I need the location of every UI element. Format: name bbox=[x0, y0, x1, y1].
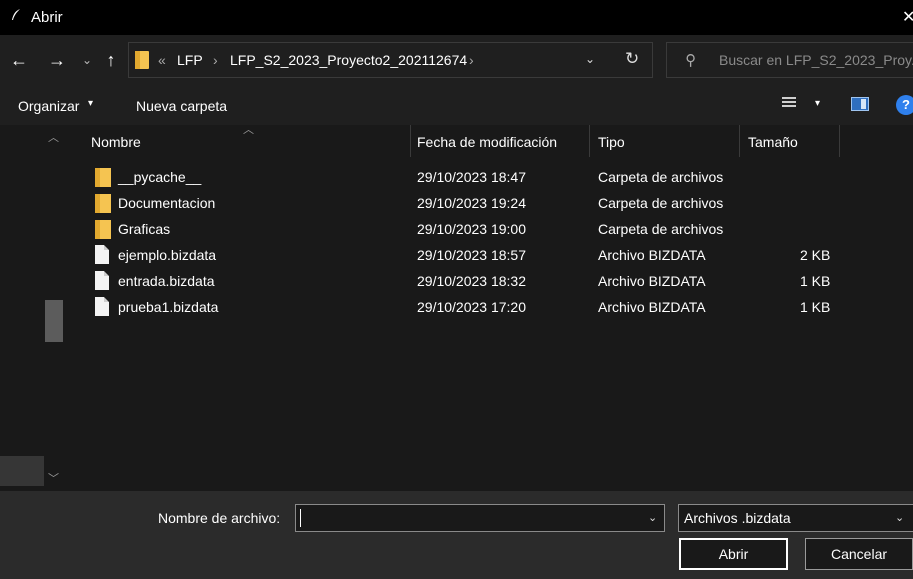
column-header-size[interactable]: Tamaño bbox=[748, 125, 798, 157]
file-modified: 29/10/2023 18:47 bbox=[417, 169, 526, 185]
chevron-down-icon[interactable]: ⌄ bbox=[648, 511, 657, 524]
column-divider[interactable] bbox=[410, 125, 411, 157]
filename-label: Nombre de archivo: bbox=[158, 510, 281, 526]
file-name: prueba1.bizdata bbox=[118, 299, 219, 315]
file-list[interactable]: ︿ Nombre Fecha de modificación Tipo Tama… bbox=[70, 124, 913, 491]
chevron-down-icon[interactable]: ⌄ bbox=[585, 52, 595, 66]
file-modified: 29/10/2023 18:57 bbox=[417, 247, 526, 263]
file-type: Carpeta de archivos bbox=[598, 169, 724, 185]
list-item[interactable]: ejemplo.bizdata 29/10/2023 18:57 Archivo… bbox=[70, 243, 913, 269]
file-name: __pycache__ bbox=[118, 169, 202, 185]
list-item[interactable]: entrada.bizdata 29/10/2023 18:32 Archivo… bbox=[70, 269, 913, 295]
file-modified: 29/10/2023 17:20 bbox=[417, 299, 526, 315]
column-header-name[interactable]: Nombre bbox=[91, 125, 141, 157]
filename-input[interactable]: ⌄ bbox=[295, 504, 665, 532]
cancel-button[interactable]: Cancelar bbox=[805, 538, 913, 570]
column-divider[interactable] bbox=[839, 125, 840, 157]
filetype-select[interactable]: Archivos .bizdata ⌄ bbox=[678, 504, 913, 532]
navigation-pane[interactable]: ︿ ﹀ bbox=[0, 125, 70, 491]
file-modified: 29/10/2023 19:00 bbox=[417, 221, 526, 237]
scrollbar-thumb[interactable] bbox=[45, 300, 63, 342]
view-options-icon[interactable] bbox=[782, 97, 796, 111]
column-divider[interactable] bbox=[739, 125, 740, 157]
help-icon[interactable]: ? bbox=[896, 95, 913, 115]
breadcrumb-item-lfp[interactable]: LFP bbox=[177, 52, 203, 68]
file-type: Carpeta de archivos bbox=[598, 195, 724, 211]
title-bar: Abrir ✕ bbox=[0, 0, 913, 35]
address-row: ← → ⌄ ↑ « LFP › LFP_S2_2023_Proyecto2_20… bbox=[0, 35, 913, 85]
feather-icon bbox=[12, 9, 20, 20]
list-item[interactable]: prueba1.bizdata 29/10/2023 17:20 Archivo… bbox=[70, 295, 913, 321]
file-type: Archivo BIZDATA bbox=[598, 247, 706, 263]
chevron-down-icon[interactable]: ⌄ bbox=[895, 511, 904, 524]
scroll-up-icon[interactable]: ︿ bbox=[48, 129, 59, 145]
new-folder-button[interactable]: Nueva carpeta bbox=[136, 98, 227, 114]
filetype-value: Archivos .bizdata bbox=[684, 510, 791, 526]
up-button[interactable]: ↑ bbox=[100, 49, 122, 71]
command-bar: Organizar ▾ Nueva carpeta ▾ ? bbox=[0, 85, 913, 125]
list-item[interactable]: Documentacion 29/10/2023 19:24 Carpeta d… bbox=[70, 191, 913, 217]
column-header-modified[interactable]: Fecha de modificación bbox=[417, 125, 557, 157]
preview-pane-icon[interactable] bbox=[851, 97, 869, 111]
search-input[interactable]: ⚲ Buscar en LFP_S2_2023_Proy... bbox=[666, 42, 913, 78]
folder-icon bbox=[135, 51, 149, 69]
window-title: Abrir bbox=[31, 9, 63, 26]
file-size: 1 KB bbox=[800, 273, 831, 289]
breadcrumb-item-project[interactable]: LFP_S2_2023_Proyecto2_202112674 bbox=[230, 52, 467, 68]
chevron-down-icon[interactable]: ▾ bbox=[815, 98, 820, 109]
folder-icon bbox=[95, 168, 111, 187]
file-modified: 29/10/2023 18:32 bbox=[417, 273, 526, 289]
breadcrumb-separator[interactable]: › bbox=[469, 52, 474, 68]
selected-nav-item[interactable] bbox=[0, 456, 44, 486]
close-icon[interactable]: ✕ bbox=[902, 7, 913, 27]
dialog-footer: Nombre de archivo: ⌄ Archivos .bizdata ⌄… bbox=[0, 491, 913, 579]
file-modified: 29/10/2023 19:24 bbox=[417, 195, 526, 211]
back-button[interactable]: ← bbox=[8, 49, 30, 71]
file-icon bbox=[95, 297, 109, 316]
folder-icon bbox=[95, 220, 111, 239]
scroll-down-icon[interactable]: ﹀ bbox=[48, 470, 59, 486]
forward-button[interactable]: → bbox=[46, 49, 68, 71]
file-name: Documentacion bbox=[118, 195, 216, 211]
recent-locations-button[interactable]: ⌄ bbox=[76, 49, 98, 71]
file-type: Carpeta de archivos bbox=[598, 221, 724, 237]
breadcrumb-separator: › bbox=[213, 52, 218, 68]
file-name: Graficas bbox=[118, 221, 171, 237]
file-name: ejemplo.bizdata bbox=[118, 247, 217, 263]
file-icon bbox=[95, 245, 109, 264]
address-bar[interactable]: « LFP › LFP_S2_2023_Proyecto2_202112674 … bbox=[128, 42, 653, 78]
column-header-type[interactable]: Tipo bbox=[598, 125, 625, 157]
sort-ascending-icon: ︿ bbox=[243, 124, 254, 136]
column-divider[interactable] bbox=[589, 125, 590, 157]
list-item[interactable]: Graficas 29/10/2023 19:00 Carpeta de arc… bbox=[70, 217, 913, 243]
folder-icon bbox=[95, 194, 111, 213]
file-size: 2 KB bbox=[800, 247, 831, 263]
file-icon bbox=[95, 271, 109, 290]
refresh-icon[interactable]: ↻ bbox=[625, 49, 639, 69]
organize-button[interactable]: Organizar bbox=[18, 98, 79, 114]
chevron-down-icon[interactable]: ▾ bbox=[88, 98, 93, 109]
search-icon: ⚲ bbox=[685, 52, 696, 69]
file-name: entrada.bizdata bbox=[118, 273, 215, 289]
file-size: 1 KB bbox=[800, 299, 831, 315]
file-type: Archivo BIZDATA bbox=[598, 299, 706, 315]
search-placeholder: Buscar en LFP_S2_2023_Proy... bbox=[719, 52, 913, 68]
text-cursor bbox=[300, 509, 301, 527]
open-button[interactable]: Abrir bbox=[679, 538, 788, 570]
file-type: Archivo BIZDATA bbox=[598, 273, 706, 289]
breadcrumb-overflow[interactable]: « bbox=[158, 52, 166, 68]
list-item[interactable]: __pycache__ 29/10/2023 18:47 Carpeta de … bbox=[70, 165, 913, 191]
